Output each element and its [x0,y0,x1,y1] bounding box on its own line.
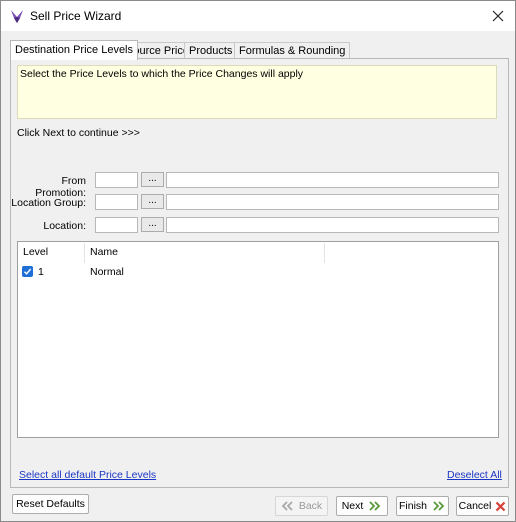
cancel-x-icon [496,501,506,511]
location-label: Location: [43,220,86,232]
column-header-level[interactable]: Level [23,246,48,258]
cancel-label: Cancel [458,500,492,512]
title-bar: Sell Price Wizard [1,1,515,31]
column-divider [324,243,325,263]
tab-formulas-rounding[interactable]: Formulas & Rounding [234,42,351,59]
next-label: Next [341,500,364,512]
double-chevron-left-icon [281,501,293,511]
location-group-description-field[interactable] [166,194,499,210]
deselect-all-link[interactable]: Deselect All [447,469,502,481]
location-browse-button[interactable]: ... [141,217,164,232]
instruction-note: Select the Price Levels to which the Pri… [17,65,497,119]
price-levels-grid: Level Name 1 Normal [17,241,499,438]
close-icon[interactable] [487,5,509,27]
wizard-icon [9,8,25,24]
tab-products[interactable]: Products [184,42,238,59]
finish-button[interactable]: Finish [396,496,449,516]
back-label: Back [298,500,323,512]
location-description-field[interactable] [166,217,499,233]
tab-panel: Select the Price Levels to which the Pri… [10,58,509,488]
back-button[interactable]: Back [275,496,328,516]
row-name-cell: Normal [90,266,124,278]
reset-defaults-button[interactable]: Reset Defaults [12,494,89,514]
click-next-hint: Click Next to continue >>> [17,127,140,139]
location-group-browse-button[interactable]: ... [141,194,164,209]
window-title: Sell Price Wizard [30,9,122,23]
select-all-default-levels-link[interactable]: Select all default Price Levels [19,469,156,481]
row-checkbox[interactable] [22,266,33,277]
column-divider [84,243,85,263]
sell-price-wizard-window: Sell Price Wizard Destination Price Leve… [0,0,516,522]
location-group-label: Location Group: [11,197,86,209]
cancel-button[interactable]: Cancel [456,496,509,516]
tab-destination-price-levels[interactable]: Destination Price Levels [10,40,139,60]
double-chevron-right-icon [369,501,381,511]
next-button[interactable]: Next [336,496,388,516]
reset-defaults-label: Reset Defaults [16,498,85,510]
location-group-code-input[interactable] [95,194,138,210]
column-header-name[interactable]: Name [90,246,118,258]
from-promotion-code-input[interactable] [95,172,138,188]
double-chevron-right-icon [433,501,445,511]
checkmark-icon [24,268,32,275]
from-promotion-description-field[interactable] [166,172,499,188]
from-promotion-browse-button[interactable]: ... [141,172,164,187]
finish-label: Finish [398,500,427,512]
from-promotion-label: From Promotion: [35,175,86,199]
location-code-input[interactable] [95,217,138,233]
row-level-cell: 1 [38,266,44,278]
